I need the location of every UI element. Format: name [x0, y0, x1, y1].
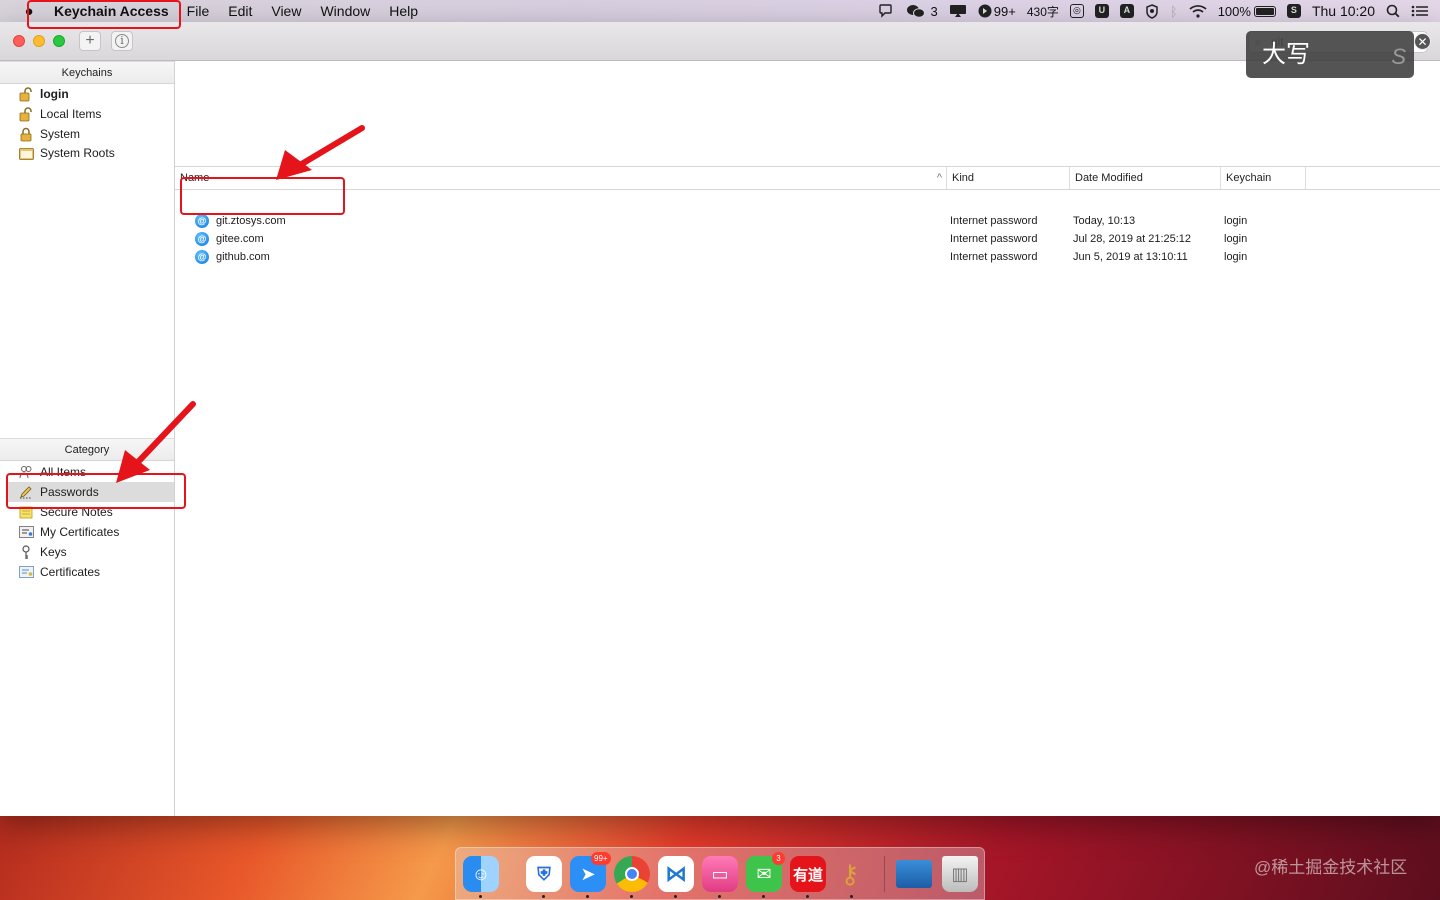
shield-icon[interactable]: ⛨ [526, 856, 562, 892]
running-indicator [630, 895, 633, 898]
dock-separator [884, 856, 885, 892]
cleanmymac-icon[interactable]: ▭ [702, 856, 738, 892]
running-indicator [542, 895, 545, 898]
running-indicator [762, 895, 765, 898]
running-indicator [479, 895, 482, 898]
watermark: @稀土掘金技术社区 [1254, 858, 1408, 877]
keychain-icon[interactable]: ⚷ [832, 856, 868, 892]
chrome-icon[interactable] [614, 856, 650, 892]
screen-icon[interactable] [896, 860, 932, 888]
dock: ☺ ⛨ ➤ 99+ ⋈ ▭ ✉ 3 有道 ⚷ ▥ [455, 847, 985, 900]
trash-icon[interactable]: ▥ [942, 856, 978, 892]
vscode-icon[interactable]: ⋈ [658, 856, 694, 892]
annotation-arrows [116, 125, 365, 483]
running-indicator [674, 895, 677, 898]
finder-icon[interactable]: ☺ [463, 856, 499, 892]
youdao-icon[interactable]: 有道 [790, 856, 826, 892]
annotation-arrow-passwords [116, 401, 196, 483]
running-indicator [806, 895, 809, 898]
wechat-badge: 3 [772, 852, 785, 865]
running-indicator [586, 895, 589, 898]
annotation-arrow-row [276, 125, 365, 180]
running-indicator [850, 895, 853, 898]
dingtalk-badge: 99+ [591, 852, 611, 865]
youdao-label: 有道 [792, 866, 823, 884]
running-indicator [718, 895, 721, 898]
